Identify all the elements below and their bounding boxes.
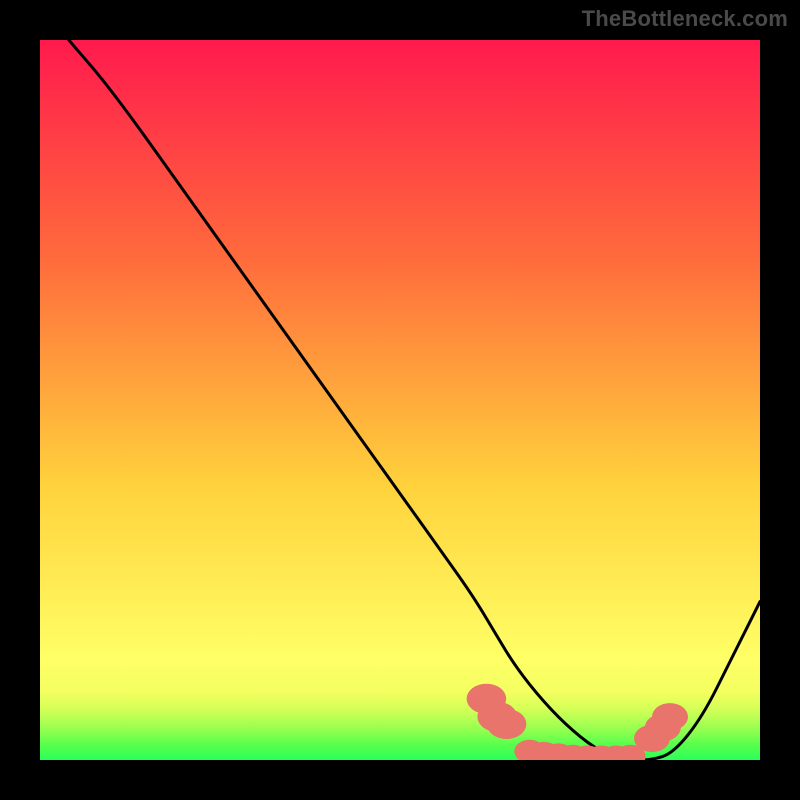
marker-dot (487, 709, 527, 739)
gradient-background (40, 40, 760, 760)
bottleneck-curve-chart (40, 40, 760, 760)
plot-area (40, 40, 760, 760)
marker-dot (652, 703, 688, 730)
chart-frame: TheBottleneck.com (0, 0, 800, 800)
watermark-label: TheBottleneck.com (582, 6, 788, 32)
